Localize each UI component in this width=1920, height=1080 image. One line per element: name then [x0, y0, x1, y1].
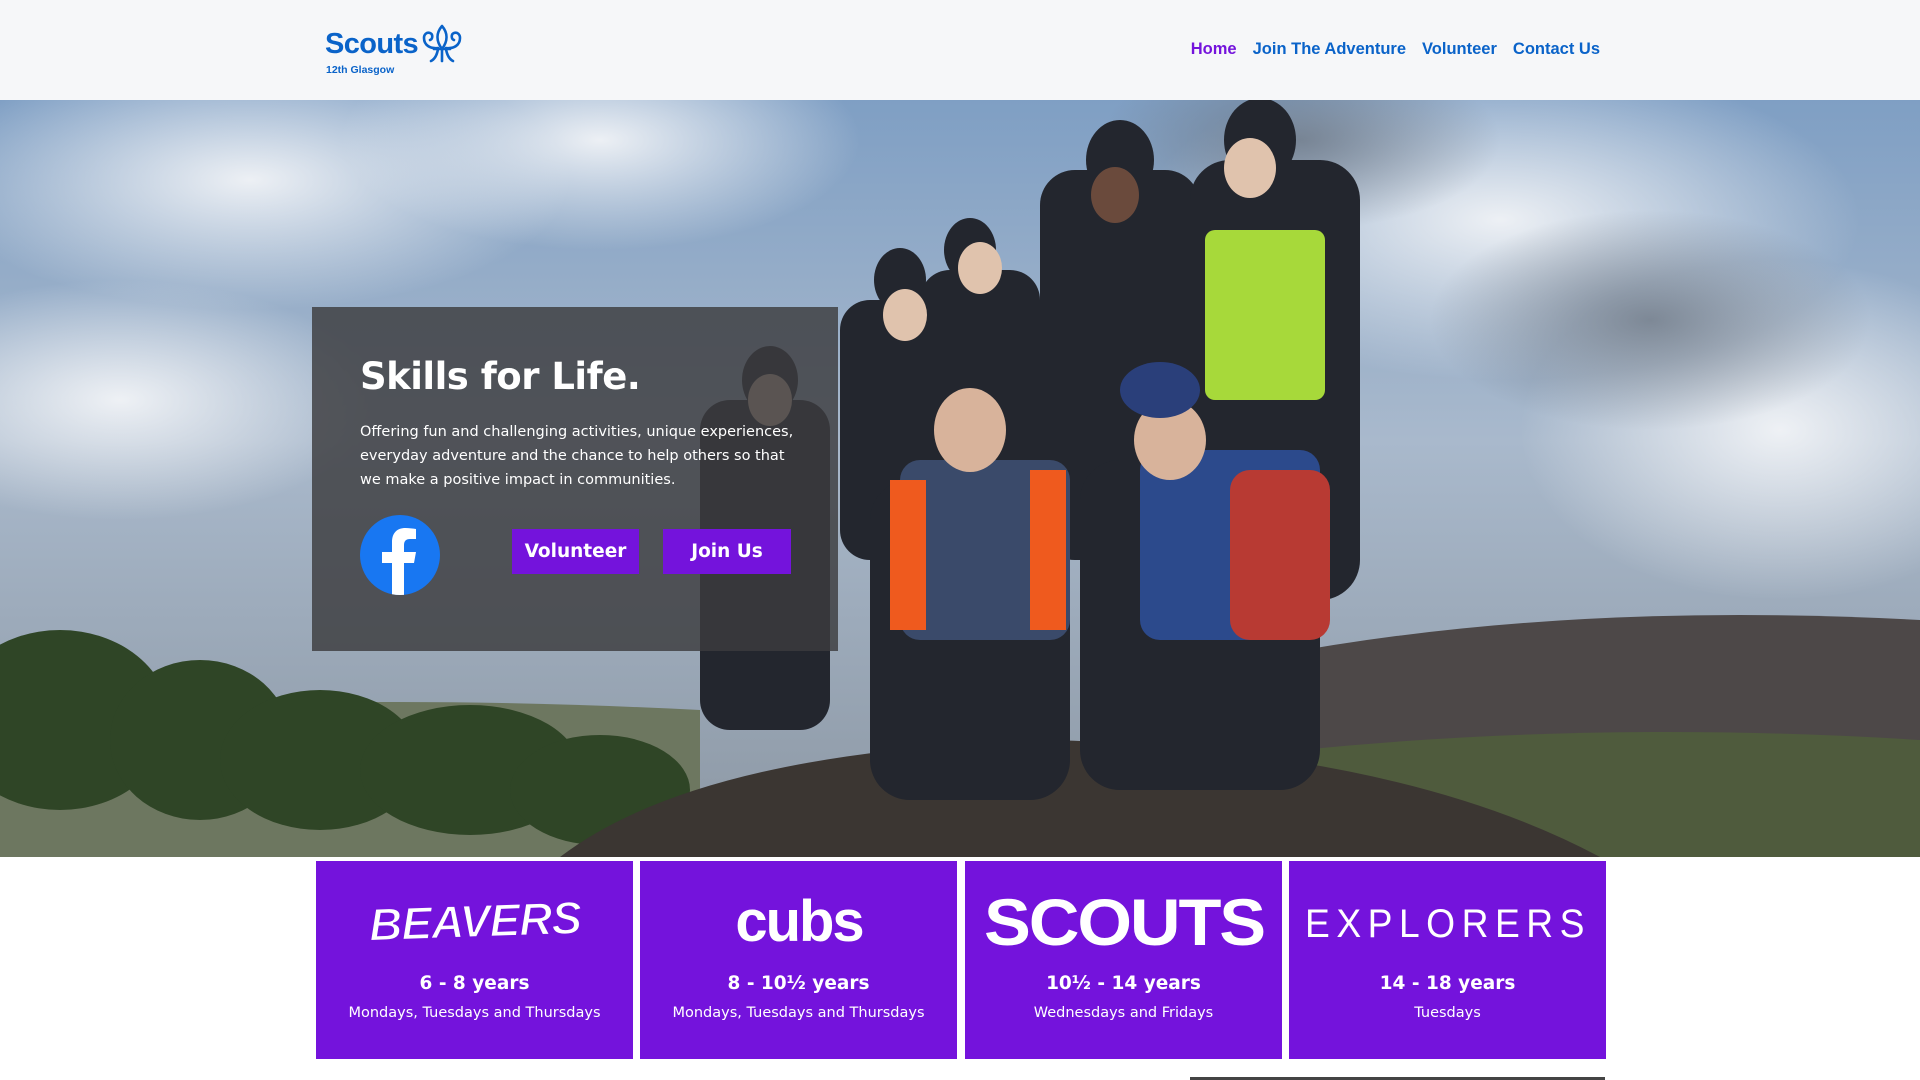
section-age: 6 - 8 years [419, 973, 530, 994]
beavers-logo: BEAVERS [316, 891, 633, 952]
nav-item-home[interactable]: Home [1191, 40, 1237, 59]
cubs-logo: cubs [640, 889, 957, 954]
section-age: 8 - 10½ years [727, 973, 870, 994]
scouts-wordmark: SCOUTS [984, 885, 1266, 959]
site-logo[interactable]: Scouts 12th Glasgow [323, 22, 473, 82]
age-sections: BEAVERS 6 - 8 years Mondays, Tuesdays an… [316, 861, 1606, 1059]
main-nav: Home Join The Adventure Volunteer Contac… [1191, 40, 1600, 59]
explorers-wordmark: EXPLORERS [1305, 902, 1591, 946]
section-days: Wednesdays and Fridays [1033, 1005, 1214, 1021]
hero-photo [0, 100, 1920, 857]
facebook-icon[interactable] [360, 515, 440, 595]
nav-item-contact-us[interactable]: Contact Us [1513, 40, 1600, 59]
cubs-wordmark: cubs [735, 889, 864, 954]
section-days: Tuesdays [1414, 1005, 1481, 1021]
logo-wordmark: Scouts [325, 28, 419, 60]
fleur-de-lis-icon [422, 24, 462, 63]
explorers-logo: EXPLORERS [1289, 891, 1606, 951]
join-us-button[interactable]: Join Us [663, 529, 791, 574]
logo-group-name: 12th Glasgow [326, 64, 395, 76]
facebook-glyph [382, 528, 416, 595]
site-header: Scouts 12th Glasgow Home Join The Advent… [0, 0, 1920, 100]
section-card-beavers[interactable]: BEAVERS 6 - 8 years Mondays, Tuesdays an… [316, 861, 633, 1059]
section-days: Mondays, Tuesdays and Thursdays [672, 1005, 925, 1021]
section-card-explorers[interactable]: EXPLORERS 14 - 18 years Tuesdays [1289, 861, 1606, 1059]
scouts-logo-text: SCOUTS [984, 885, 1264, 959]
nav-item-join-the-adventure[interactable]: Join The Adventure [1253, 40, 1406, 59]
hero-title: Skills for Life. [360, 355, 641, 398]
scouts-logo: SCOUTS [965, 885, 1282, 959]
section-days: Mondays, Tuesdays and Thursdays [348, 1005, 601, 1021]
explorers-logo-text: EXPLORERS [1305, 902, 1591, 946]
cubs-logo-text: cubs [735, 889, 862, 954]
beavers-wordmark: BEAVERS [367, 891, 583, 952]
section-card-scouts[interactable]: SCOUTS 10½ - 14 years Wednesdays and Fri… [965, 861, 1282, 1059]
hero-section: Skills for Life. Offering fun and challe… [0, 100, 1920, 857]
hero-panel: Skills for Life. Offering fun and challe… [312, 307, 838, 651]
volunteer-button[interactable]: Volunteer [512, 529, 639, 574]
section-age: 14 - 18 years [1379, 973, 1516, 994]
section-card-cubs[interactable]: cubs 8 - 10½ years Mondays, Tuesdays and… [640, 861, 957, 1059]
hero-description: Offering fun and challenging activities,… [360, 424, 794, 488]
beavers-logo-text: BEAVERS [368, 891, 583, 950]
section-age: 10½ - 14 years [1046, 973, 1201, 994]
nav-item-volunteer[interactable]: Volunteer [1422, 40, 1497, 59]
